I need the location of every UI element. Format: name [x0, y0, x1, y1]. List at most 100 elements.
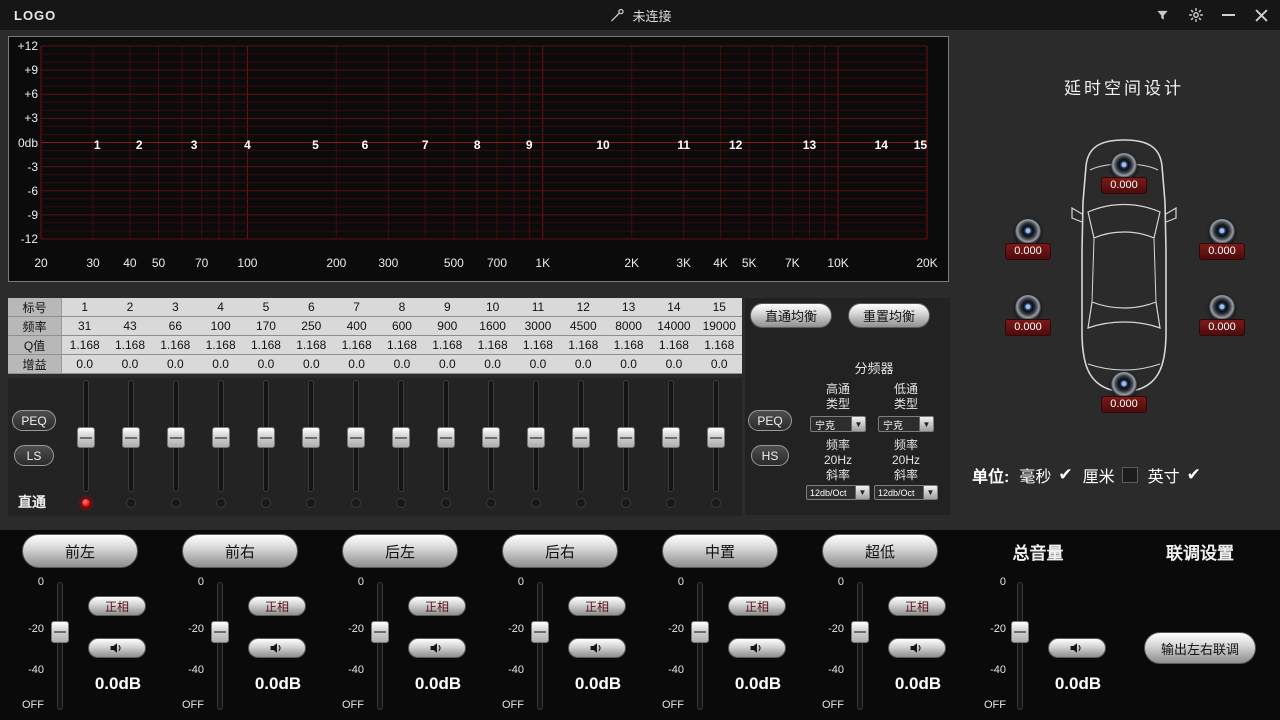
eq-band-fader-handle[interactable]: [572, 427, 590, 448]
lp-slope-select[interactable]: 12db/Oct ▼: [874, 485, 938, 500]
eq-band-marker[interactable]: 10: [593, 138, 613, 152]
eq-id-cell: 5: [243, 298, 288, 316]
channel-button-rear-left[interactable]: 后左: [342, 534, 458, 568]
phase-button[interactable]: 正相: [248, 596, 306, 616]
unit-cm-checkbox[interactable]: [1122, 467, 1138, 483]
eq-band-fader-handle[interactable]: [527, 427, 545, 448]
settings-gear-icon[interactable]: [1187, 7, 1204, 24]
unit-inch-checkbox[interactable]: ✔: [1187, 465, 1201, 485]
ls-button[interactable]: LS: [14, 445, 54, 466]
mute-button[interactable]: [248, 638, 306, 658]
fader-scale-label: 0: [976, 576, 1006, 588]
minimize-button[interactable]: [1220, 7, 1237, 24]
eq-band-fader-handle[interactable]: [302, 427, 320, 448]
phase-button[interactable]: 正相: [568, 596, 626, 616]
speaker-marker[interactable]: [1015, 295, 1041, 321]
channel-button-front-right[interactable]: 前右: [182, 534, 298, 568]
phase-button[interactable]: 正相: [88, 596, 146, 616]
reset-eq-button[interactable]: 重置均衡: [848, 303, 930, 328]
speaker-icon: [1069, 642, 1085, 654]
speaker-marker[interactable]: [1111, 153, 1137, 179]
hp-type-select[interactable]: 宁克 ▼: [810, 416, 866, 432]
eq-band-marker[interactable]: 14: [871, 138, 891, 152]
hp-slope-select[interactable]: 12db/Oct ▼: [806, 485, 870, 500]
phase-button[interactable]: 正相: [888, 596, 946, 616]
eq-db-label: +6: [11, 87, 38, 101]
channel-button-subwoofer[interactable]: 超低: [822, 534, 938, 568]
eq-band-marker[interactable]: 5: [305, 138, 325, 152]
mute-button[interactable]: [888, 638, 946, 658]
eq-band-marker[interactable]: 9: [519, 138, 539, 152]
eq-band-marker[interactable]: 3: [184, 138, 204, 152]
eq-band-fader-handle[interactable]: [347, 427, 365, 448]
eq-band-marker[interactable]: 15: [910, 138, 930, 152]
channel-fader-handle[interactable]: [371, 621, 389, 643]
eq-band-fader-handle[interactable]: [482, 427, 500, 448]
channel-fader-track[interactable]: [377, 582, 383, 710]
channel-fader-track[interactable]: [537, 582, 543, 710]
eq-band-marker[interactable]: 6: [355, 138, 375, 152]
hs-button[interactable]: HS: [751, 445, 789, 466]
speaker-marker[interactable]: [1209, 219, 1235, 245]
mute-button[interactable]: [88, 638, 146, 658]
dropdown-arrow-icon[interactable]: ▼: [919, 417, 933, 431]
peq-button-left[interactable]: PEQ: [12, 410, 56, 431]
channel-fader-handle[interactable]: [691, 621, 709, 643]
channel-fader-handle[interactable]: [531, 621, 549, 643]
speaker-icon: [749, 642, 765, 654]
eq-band-fader-handle[interactable]: [392, 427, 410, 448]
channel-button-front-left[interactable]: 前左: [22, 534, 138, 568]
channel-fader-track[interactable]: [217, 582, 223, 710]
channel-fader-track[interactable]: [697, 582, 703, 710]
eq-band-fader-handle[interactable]: [707, 427, 725, 448]
speaker-marker[interactable]: [1111, 372, 1137, 398]
channel-fader-track[interactable]: [57, 582, 63, 710]
peq-button-right[interactable]: PEQ: [748, 410, 792, 431]
speaker-marker[interactable]: [1015, 219, 1041, 245]
channel-gain-value: 0.0dB: [80, 674, 156, 694]
eq-band-fader-handle[interactable]: [212, 427, 230, 448]
eq-band-marker[interactable]: 1: [87, 138, 107, 152]
channel-button-rear-right[interactable]: 后右: [502, 534, 618, 568]
eq-band-marker[interactable]: 8: [467, 138, 487, 152]
channel-fader-handle[interactable]: [211, 621, 229, 643]
eq-band-fader-handle[interactable]: [257, 427, 275, 448]
close-button[interactable]: [1253, 7, 1270, 24]
speaker-marker[interactable]: [1209, 295, 1235, 321]
eq-band-marker[interactable]: 13: [799, 138, 819, 152]
channel-fader-handle[interactable]: [851, 621, 869, 643]
filter-icon[interactable]: [1154, 7, 1171, 24]
lp-type-select[interactable]: 宁克 ▼: [878, 416, 934, 432]
channel-button-center[interactable]: 中置: [662, 534, 778, 568]
eq-band-fader-handle[interactable]: [662, 427, 680, 448]
dropdown-arrow-icon[interactable]: ▼: [851, 417, 865, 431]
bypass-eq-button[interactable]: 直通均衡: [750, 303, 832, 328]
eq-band-marker[interactable]: 11: [674, 138, 694, 152]
dropdown-arrow-icon[interactable]: ▼: [923, 486, 937, 499]
eq-graph-panel[interactable]: +12+9+6+30db-3-6-9-122030405070100200300…: [8, 36, 949, 282]
dropdown-arrow-icon[interactable]: ▼: [855, 486, 869, 499]
mute-button[interactable]: [408, 638, 466, 658]
eq-band-marker[interactable]: 7: [415, 138, 435, 152]
master-fader-track[interactable]: [1017, 582, 1023, 710]
eq-band-fader-handle[interactable]: [77, 427, 95, 448]
eq-band-fader-handle[interactable]: [437, 427, 455, 448]
eq-band-marker[interactable]: 12: [726, 138, 746, 152]
channel-fader-track[interactable]: [857, 582, 863, 710]
master-mute-button[interactable]: [1048, 638, 1106, 658]
master-fader-handle[interactable]: [1011, 621, 1029, 643]
phase-button[interactable]: 正相: [408, 596, 466, 616]
mute-button[interactable]: [568, 638, 626, 658]
output-lr-link-button[interactable]: 输出左右联调: [1144, 632, 1256, 664]
eq-band-marker[interactable]: 4: [237, 138, 257, 152]
eq-band-fader-handle[interactable]: [617, 427, 635, 448]
connection-icon: [608, 7, 625, 24]
eq-band-marker[interactable]: 2: [129, 138, 149, 152]
unit-ms-checkbox[interactable]: ✔: [1058, 465, 1072, 485]
channel-fader-handle[interactable]: [51, 621, 69, 643]
eq-band-indicator: [126, 498, 136, 508]
mute-button[interactable]: [728, 638, 786, 658]
eq-band-fader-handle[interactable]: [122, 427, 140, 448]
eq-band-fader-handle[interactable]: [167, 427, 185, 448]
phase-button[interactable]: 正相: [728, 596, 786, 616]
